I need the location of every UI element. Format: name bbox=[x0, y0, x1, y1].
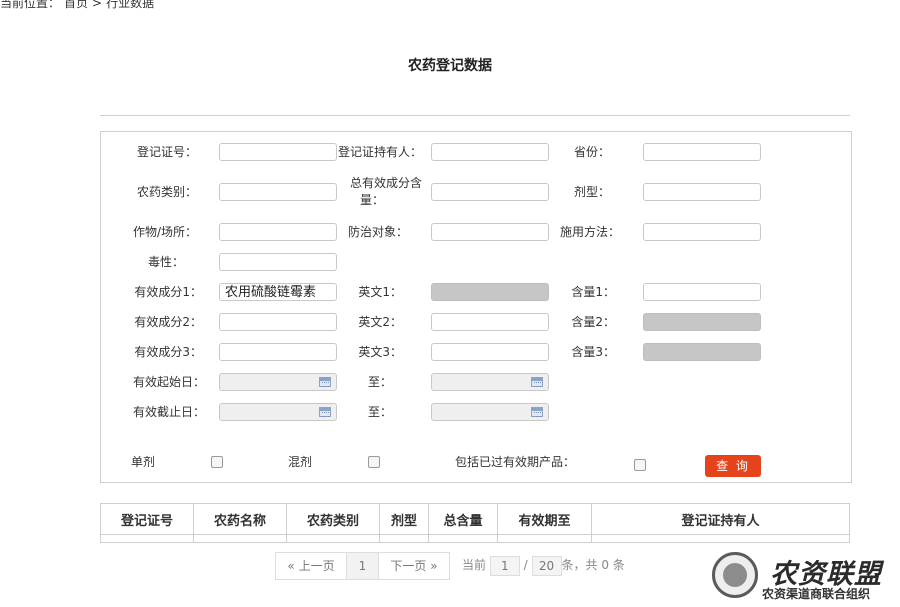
english3-input[interactable] bbox=[431, 343, 549, 361]
content2-input bbox=[643, 313, 761, 331]
col-valid-until: 有效期至 bbox=[497, 503, 592, 535]
content1-label: 含量1： bbox=[571, 285, 615, 299]
pagination: « 上一页 1 下一页 » bbox=[275, 552, 450, 580]
total-content-label-line2: 量： bbox=[359, 193, 384, 207]
content1-input[interactable] bbox=[643, 283, 761, 301]
calendar-icon[interactable] bbox=[531, 407, 543, 417]
single-checkbox[interactable] bbox=[211, 456, 223, 468]
results-table: 登记证号 农药名称 农药类别 剂型 总含量 有效期至 登记证持有人 bbox=[100, 503, 850, 543]
reg-no-label: 登记证号： bbox=[136, 145, 197, 159]
english2-label: 英文2： bbox=[358, 315, 402, 329]
calendar-icon[interactable] bbox=[531, 377, 543, 387]
lion-emblem-icon bbox=[712, 552, 758, 598]
formulation-input[interactable] bbox=[643, 183, 761, 201]
reg-holder-label: 登记证持有人： bbox=[337, 145, 422, 159]
valid-end-to-label: 至： bbox=[367, 405, 392, 419]
total-count-text: 条，共 0 条 bbox=[561, 558, 625, 572]
col-total-content: 总含量 bbox=[428, 503, 498, 535]
reg-no-input[interactable] bbox=[219, 143, 337, 161]
ingredient3-input[interactable] bbox=[219, 343, 337, 361]
crop-label: 作物/场所： bbox=[132, 225, 197, 239]
single-label: 单剂 bbox=[131, 455, 156, 469]
include-expired-label: 包括已过有效期产品： bbox=[455, 455, 576, 469]
target-label: 防治对象： bbox=[347, 225, 408, 239]
valid-start-to-label: 至： bbox=[367, 375, 392, 389]
toxicity-label: 毒性： bbox=[147, 255, 184, 269]
prev-page-button[interactable]: « 上一页 bbox=[275, 552, 347, 580]
method-label: 施用方法： bbox=[559, 225, 620, 239]
english3-label: 英文3： bbox=[358, 345, 402, 359]
total-content-label-line1: 总有效成分含 bbox=[349, 176, 422, 190]
pesticide-type-label: 农药类别： bbox=[136, 185, 197, 199]
valid-end-to-input[interactable] bbox=[431, 403, 549, 421]
crop-input[interactable] bbox=[219, 223, 337, 241]
slash: / bbox=[523, 558, 528, 572]
pager-info: 当前 1 / 20 条，共 0 条 bbox=[462, 552, 625, 580]
breadcrumb-prefix: 当前位置： bbox=[0, 0, 61, 10]
ingredient3-label: 有效成分3： bbox=[134, 345, 202, 359]
table-header-row: 登记证号 农药名称 农药类别 剂型 总含量 有效期至 登记证持有人 bbox=[100, 503, 850, 535]
english1-label: 英文1： bbox=[358, 285, 402, 299]
valid-start-to-input[interactable] bbox=[431, 373, 549, 391]
english1-input bbox=[431, 283, 549, 301]
page-size-input[interactable]: 20 bbox=[531, 555, 562, 576]
next-page-button[interactable]: 下一页 » bbox=[379, 552, 450, 580]
valid-end-label: 有效截止日： bbox=[132, 405, 205, 419]
breadcrumb: 当前位置： 首页 > 行业数据 bbox=[0, 0, 158, 11]
content2-label: 含量2： bbox=[571, 315, 615, 329]
english2-input[interactable] bbox=[431, 313, 549, 331]
content3-label: 含量3： bbox=[571, 345, 615, 359]
valid-start-label: 有效起始日： bbox=[132, 375, 205, 389]
col-reg-no: 登记证号 bbox=[100, 503, 194, 535]
ingredient1-label: 有效成分1： bbox=[134, 285, 202, 299]
method-input[interactable] bbox=[643, 223, 761, 241]
ingredient2-input[interactable] bbox=[219, 313, 337, 331]
col-formulation: 剂型 bbox=[379, 503, 429, 535]
province-label: 省份： bbox=[573, 145, 610, 159]
col-holder: 登记证持有人 bbox=[591, 503, 850, 535]
valid-end-from-input[interactable] bbox=[219, 403, 337, 421]
table-row bbox=[100, 534, 850, 543]
valid-start-from-input[interactable] bbox=[219, 373, 337, 391]
watermark-slogan: 农资渠道商联合组织 bbox=[762, 587, 871, 601]
pesticide-type-input[interactable] bbox=[219, 183, 337, 201]
total-content-input[interactable] bbox=[431, 183, 549, 201]
ingredient2-label: 有效成分2： bbox=[134, 315, 202, 329]
current-page-input[interactable]: 1 bbox=[489, 555, 520, 576]
current-label: 当前 bbox=[462, 558, 487, 572]
mixed-checkbox[interactable] bbox=[368, 456, 380, 468]
page-number[interactable]: 1 bbox=[347, 552, 379, 580]
include-expired-checkbox[interactable] bbox=[634, 459, 646, 471]
breadcrumb-separator: > bbox=[92, 0, 103, 10]
col-type: 农药类别 bbox=[286, 503, 380, 535]
divider bbox=[100, 115, 850, 116]
target-input[interactable] bbox=[431, 223, 549, 241]
province-input[interactable] bbox=[643, 143, 761, 161]
mixed-label: 混剂 bbox=[288, 455, 313, 469]
formulation-label: 剂型： bbox=[573, 185, 610, 199]
col-name: 农药名称 bbox=[193, 503, 287, 535]
breadcrumb-home-link[interactable]: 首页 bbox=[64, 0, 88, 10]
page-title: 农药登记数据 bbox=[408, 58, 492, 74]
content3-input bbox=[643, 343, 761, 361]
ingredient1-input[interactable]: 农用硫酸链霉素 bbox=[219, 283, 337, 301]
reg-holder-input[interactable] bbox=[431, 143, 549, 161]
breadcrumb-current: 行业数据 bbox=[106, 0, 155, 10]
watermark-logo: 农资联盟 农资渠道商联合组织 bbox=[712, 550, 892, 607]
toxicity-input[interactable] bbox=[219, 253, 337, 271]
search-button[interactable]: 查 询 bbox=[705, 455, 761, 477]
